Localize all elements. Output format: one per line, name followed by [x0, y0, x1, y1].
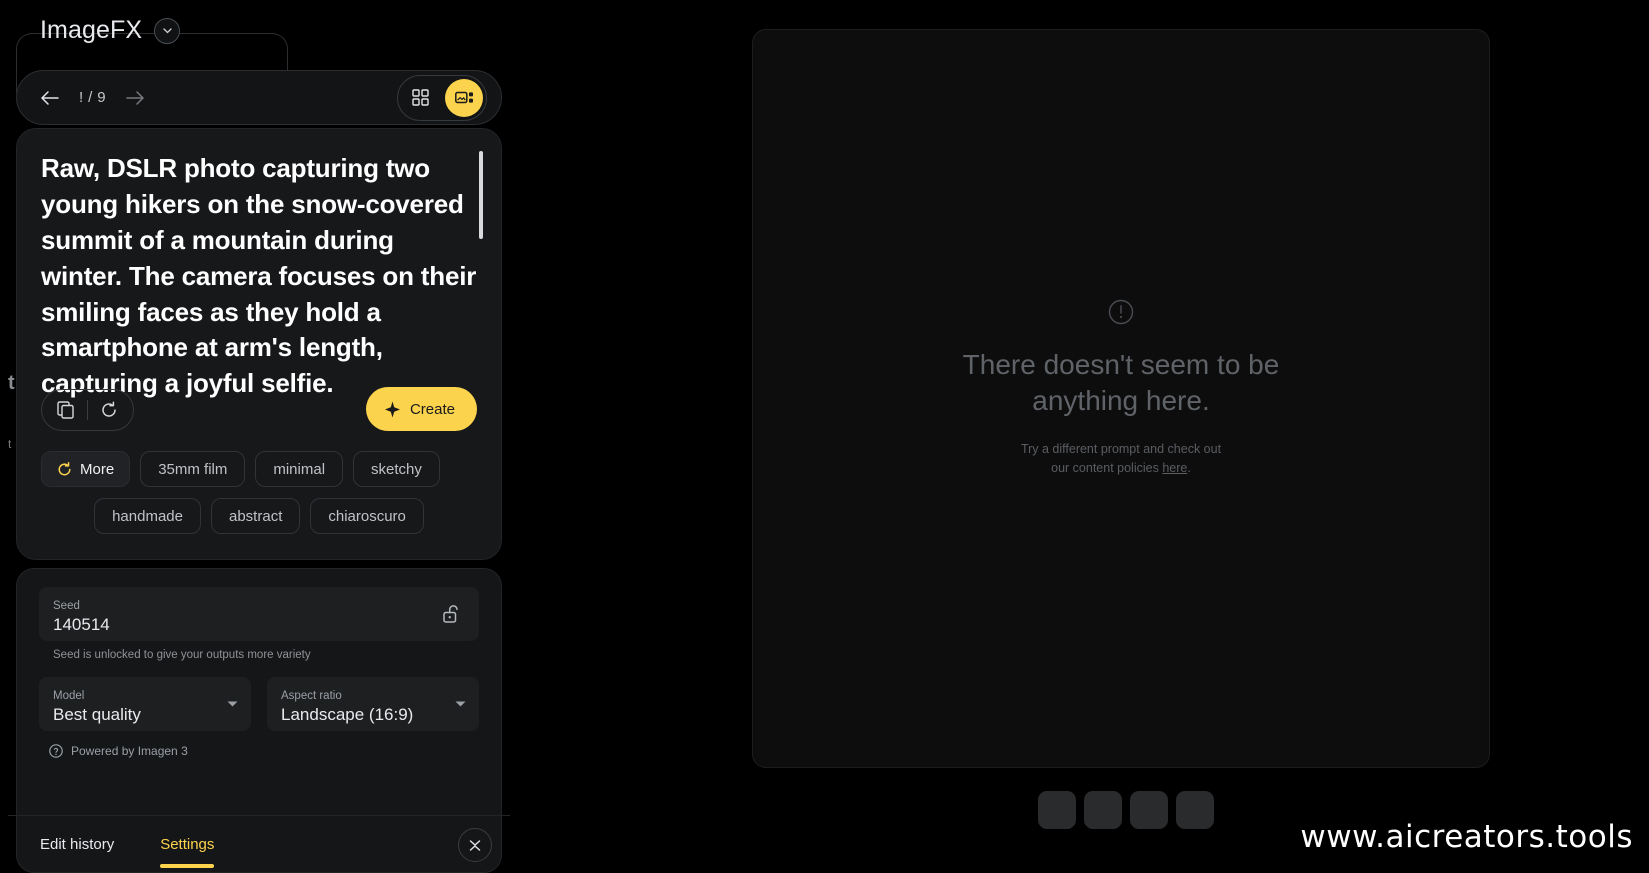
unlock-icon [443, 605, 458, 623]
detail-view-button[interactable] [445, 78, 483, 117]
chevron-down-icon [227, 701, 238, 707]
background-text-fragment-1: t [8, 372, 15, 394]
model-aspect-row: Model Best quality Aspect ratio Landscap… [39, 677, 479, 731]
aspect-ratio-select[interactable]: Aspect ratio Landscape (16:9) [267, 677, 479, 731]
empty-state-title: There doesn't seem to be anything here. [962, 349, 1280, 416]
seed-field[interactable]: Seed 140514 [39, 587, 479, 641]
left-column: ImageFX ! / 9 t t Raw, DSLR photo captur… [8, 0, 510, 873]
seed-helper-text: Seed is unlocked to give your outputs mo… [53, 649, 311, 661]
model-value: Best quality [53, 705, 141, 724]
aspect-ratio-label: Aspect ratio [281, 690, 342, 703]
page-counter: ! / 9 [79, 89, 107, 106]
bottom-tab-bar: Edit history Settings [8, 815, 510, 873]
prompt-actions-group [41, 389, 134, 431]
action-separator [87, 400, 88, 420]
thumbnail-strip [1038, 791, 1214, 829]
empty-state-icon-wrap [1108, 299, 1134, 325]
app-root: ImageFX ! / 9 t t Raw, DSLR photo captur… [0, 0, 1649, 873]
refresh-icon [102, 401, 116, 417]
next-button[interactable] [120, 83, 150, 113]
create-button-label: Create [409, 400, 455, 418]
model-label: Model [53, 690, 85, 703]
view-mode-group [397, 74, 487, 121]
chip-abstract[interactable]: abstract [211, 498, 301, 534]
chip-label: handmade [112, 507, 183, 525]
chip-handmade[interactable]: handmade [94, 498, 201, 534]
grid-view-icon [411, 89, 429, 106]
aspect-ratio-value: Landscape (16:9) [281, 705, 414, 724]
chip-minimal[interactable]: minimal [255, 451, 344, 487]
image-result-panel: There doesn't seem to be anything here. … [752, 29, 1490, 768]
powered-by-label: Powered by Imagen 3 [71, 744, 188, 758]
chevron-down-icon [162, 27, 172, 33]
watermark: www.aicreators.tools [1300, 819, 1633, 855]
thumbnail-item[interactable] [1084, 791, 1122, 829]
chip-sketchy[interactable]: sketchy [353, 451, 440, 487]
chip-label: chiaroscuro [328, 507, 406, 525]
sparkle-icon [384, 401, 400, 417]
chip-label: minimal [273, 460, 326, 478]
chip-label: abstract [229, 507, 283, 525]
app-menu-button[interactable] [154, 17, 181, 44]
chip-label: 35mm film [158, 460, 228, 478]
seed-value[interactable]: 140514 [53, 614, 465, 637]
chip-row-1: More 35mm film minimal sketchy [41, 451, 477, 487]
tab-edit-history[interactable]: Edit history [40, 816, 114, 873]
collapse-panel-button[interactable] [458, 828, 492, 862]
copy-icon [57, 401, 74, 419]
thumbnail-item[interactable] [1038, 791, 1076, 829]
create-button[interactable]: Create [365, 387, 477, 431]
model-select[interactable]: Model Best quality [39, 677, 251, 731]
empty-state: There doesn't seem to be anything here. … [911, 299, 1331, 477]
empty-sub-line-1: Try a different prompt and check out [1020, 442, 1222, 457]
collapse-chevrons-icon [469, 840, 481, 851]
prompt-scrollbar[interactable] [479, 151, 483, 239]
arrow-left-icon [41, 90, 59, 105]
help-circle-icon [49, 744, 63, 758]
chip-more[interactable]: More [41, 451, 131, 487]
seed-label: Seed [53, 600, 80, 613]
prompt-card: Raw, DSLR photo capturing two young hike… [16, 128, 502, 560]
nav-left-group: ! / 9 [35, 83, 150, 113]
refresh-cw-icon [58, 461, 71, 475]
rewrite-prompt-button[interactable] [91, 392, 127, 428]
content-policies-link[interactable]: here [1162, 461, 1187, 475]
alert-circle-icon [1108, 300, 1134, 325]
prompt-text[interactable]: Raw, DSLR photo capturing two young hike… [41, 151, 477, 402]
gallery-nav-bar: ! / 9 [16, 70, 502, 125]
detail-view-icon [454, 91, 473, 104]
chip-label: sketchy [371, 460, 422, 478]
tab-label: Edit history [40, 836, 115, 853]
app-header: ImageFX [40, 16, 181, 45]
tab-settings[interactable]: Settings [160, 816, 215, 873]
chip-35mm-film[interactable]: 35mm film [140, 451, 246, 487]
chip-more-label: More [80, 460, 115, 478]
thumbnail-item[interactable] [1176, 791, 1214, 829]
empty-state-subtitle: Try a different prompt and check out our… [911, 440, 1331, 478]
chip-row-2: handmade abstract chiaroscuro [41, 498, 477, 534]
grid-view-button[interactable] [401, 79, 439, 117]
previous-button[interactable] [35, 83, 65, 113]
tab-label: Settings [160, 836, 215, 853]
thumbnail-item[interactable] [1130, 791, 1168, 829]
page-title: ImageFX [40, 16, 143, 44]
seed-lock-button[interactable] [439, 601, 465, 627]
chip-chiaroscuro[interactable]: chiaroscuro [310, 498, 424, 534]
style-chips: More 35mm film minimal sketchy handmade [41, 451, 477, 545]
empty-sub-line-2-suffix: . [1187, 460, 1191, 475]
arrow-right-icon [126, 90, 144, 105]
copy-prompt-button[interactable] [48, 392, 84, 428]
empty-sub-line-2-prefix: our content policies [1051, 460, 1163, 475]
powered-by-row: Powered by Imagen 3 [49, 744, 479, 758]
chevron-down-icon [455, 701, 466, 707]
background-text-fragment-2: t [8, 437, 12, 451]
